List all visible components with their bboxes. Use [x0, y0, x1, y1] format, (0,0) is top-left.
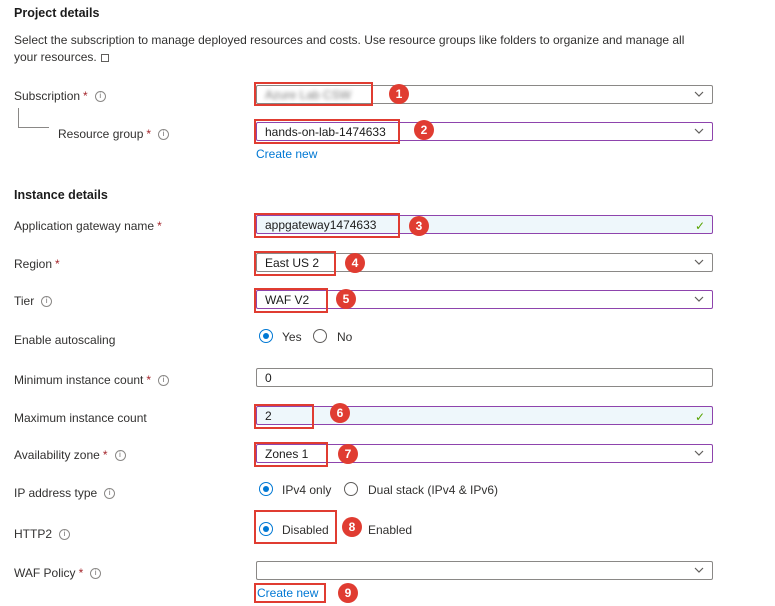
create-new-resource-group-link[interactable]: Create new — [256, 147, 317, 161]
annotation-badge-4: 4 — [345, 253, 365, 273]
annotation-badge-1: 1 — [389, 84, 409, 104]
subscription-label-text: Subscription — [14, 89, 81, 103]
annotation-badge-3: 3 — [409, 216, 429, 236]
http2-label-text: HTTP2 — [14, 527, 53, 541]
autoscaling-no-radio[interactable] — [313, 329, 327, 343]
gateway-name-label: Application gateway name * — [14, 219, 162, 233]
required-marker: * — [102, 448, 108, 462]
ip-type-dual-label[interactable]: Dual stack (IPv4 & IPv6) — [368, 483, 498, 497]
ip-type-dual-radio[interactable] — [344, 482, 358, 496]
required-marker: * — [83, 89, 88, 103]
min-count-value: 0 — [265, 371, 272, 385]
chevron-down-icon — [694, 567, 704, 573]
required-marker: * — [78, 566, 84, 580]
autoscaling-label: Enable autoscaling — [14, 333, 115, 347]
gateway-name-label-text: Application gateway name — [14, 219, 155, 233]
info-icon[interactable]: i — [158, 128, 170, 140]
http2-label: HTTP2 i — [14, 527, 71, 541]
description-text: Select the subscription to manage deploy… — [14, 33, 685, 64]
project-details-description: Select the subscription to manage deploy… — [14, 32, 694, 66]
info-icon[interactable]: i — [41, 295, 53, 307]
project-details-heading: Project details — [14, 6, 100, 20]
ip-type-ipv4-radio[interactable] — [259, 482, 273, 496]
annotation-box-8 — [254, 510, 337, 544]
info-icon[interactable]: i — [59, 528, 71, 540]
http2-enabled-label[interactable]: Enabled — [368, 523, 412, 537]
tree-connector-vertical — [18, 108, 19, 127]
annotation-badge-7: 7 — [338, 444, 358, 464]
annotation-box-6 — [254, 404, 314, 429]
checkmark-icon: ✓ — [694, 219, 705, 233]
info-icon[interactable]: i — [158, 374, 170, 386]
tier-label-text: Tier — [14, 294, 35, 308]
annotation-box-1 — [254, 82, 373, 106]
subscription-label: Subscription * i — [14, 89, 106, 103]
required-marker: * — [157, 219, 162, 233]
annotation-badge-2: 2 — [414, 120, 434, 140]
annotation-box-3 — [254, 213, 400, 238]
external-link-icon[interactable] — [100, 54, 109, 62]
annotation-badge-6: 6 — [330, 403, 350, 423]
annotation-box-9 — [254, 583, 326, 603]
annotation-badge-9: 9 — [338, 583, 358, 603]
availability-zone-label: Availability zone * i — [14, 448, 126, 462]
autoscaling-no-label[interactable]: No — [337, 330, 352, 344]
min-count-label-text: Minimum instance count — [14, 373, 144, 387]
min-count-input[interactable]: 0 — [256, 368, 713, 387]
annotation-box-7 — [254, 442, 328, 467]
autoscaling-yes-label[interactable]: Yes — [282, 330, 302, 344]
resource-group-label-text: Resource group — [58, 127, 144, 141]
region-label-text: Region — [14, 257, 53, 271]
ip-type-ipv4-label[interactable]: IPv4 only — [282, 483, 331, 497]
waf-policy-dropdown[interactable] — [256, 561, 713, 580]
annotation-badge-5: 5 — [336, 289, 356, 309]
waf-policy-label: WAF Policy * i — [14, 566, 102, 580]
max-count-label-text: Maximum instance count — [14, 411, 147, 425]
ip-type-label-text: IP address type — [14, 486, 98, 500]
availability-zone-label-text: Availability zone — [14, 448, 100, 462]
autoscaling-yes-radio[interactable] — [259, 329, 273, 343]
info-icon[interactable]: i — [90, 567, 102, 579]
waf-policy-label-text: WAF Policy — [14, 566, 76, 580]
instance-details-heading: Instance details — [14, 188, 108, 202]
required-marker: * — [55, 257, 60, 271]
required-marker: * — [146, 127, 152, 141]
annotation-box-5 — [254, 288, 328, 313]
max-count-label: Maximum instance count — [14, 411, 147, 425]
resource-group-label: Resource group * i — [58, 127, 170, 141]
chevron-down-icon — [694, 450, 704, 456]
info-icon[interactable]: i — [104, 487, 116, 499]
chevron-down-icon — [694, 91, 704, 97]
ip-type-label: IP address type i — [14, 486, 116, 500]
chevron-down-icon — [694, 296, 704, 302]
autoscaling-label-text: Enable autoscaling — [14, 333, 116, 347]
max-count-input[interactable]: 2 ✓ — [256, 406, 713, 425]
annotation-box-2 — [254, 119, 400, 144]
tree-connector-horizontal — [18, 127, 49, 128]
required-marker: * — [146, 373, 152, 387]
info-icon[interactable]: i — [114, 449, 126, 461]
info-icon[interactable]: i — [94, 90, 106, 102]
tier-label: Tier i — [14, 294, 53, 308]
annotation-badge-8: 8 — [342, 517, 362, 537]
annotation-box-4 — [254, 251, 336, 276]
checkmark-icon: ✓ — [694, 410, 705, 424]
region-label: Region * — [14, 257, 60, 271]
chevron-down-icon — [694, 128, 704, 134]
min-count-label: Minimum instance count * i — [14, 373, 170, 387]
chevron-down-icon — [694, 259, 704, 265]
